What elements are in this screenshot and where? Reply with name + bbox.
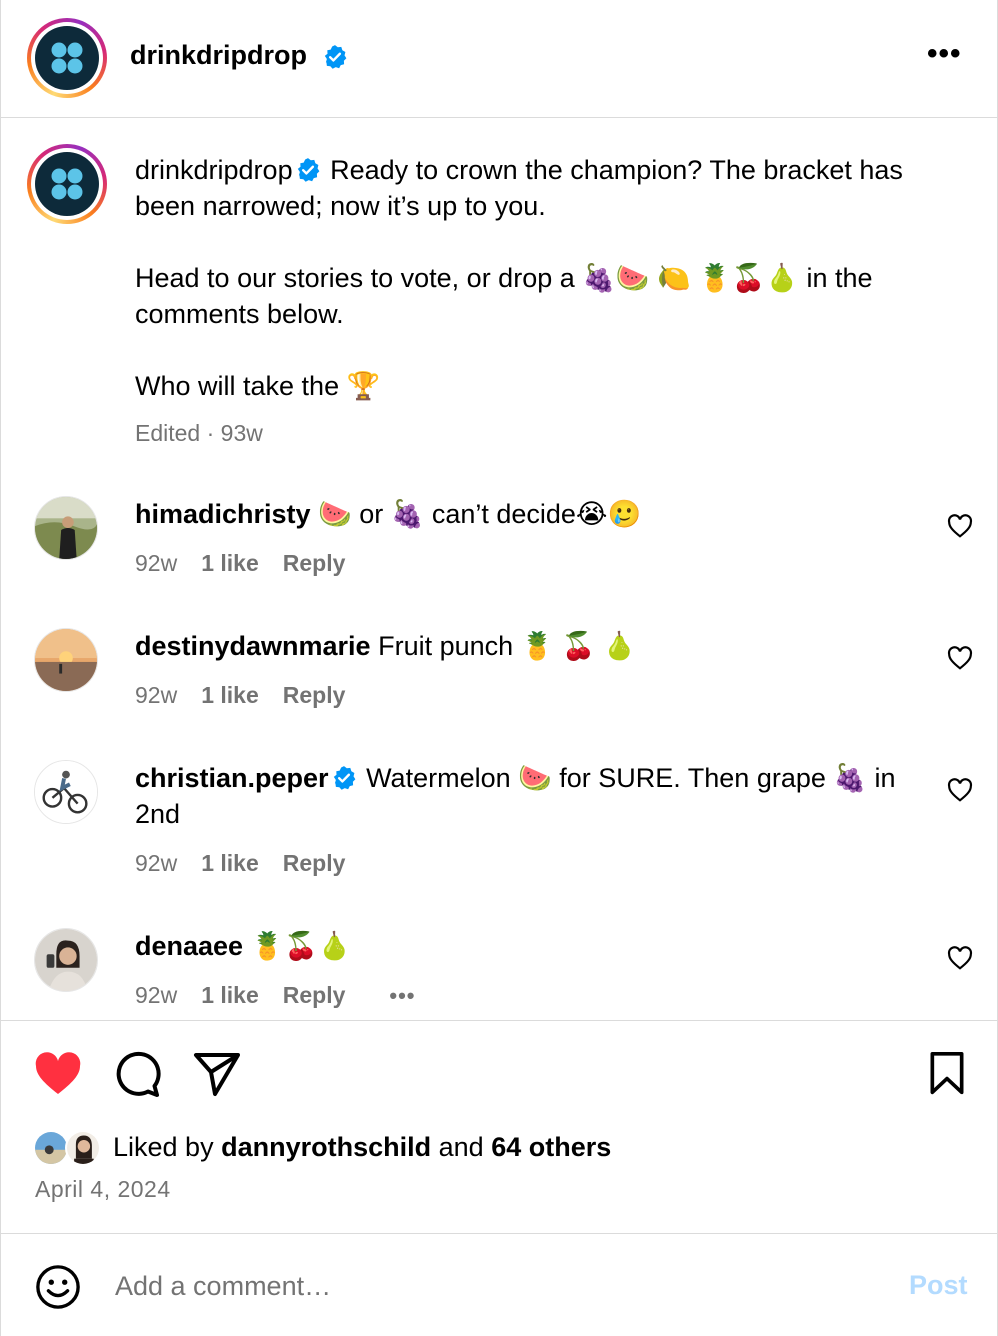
comment-meta: 92w 1 like Reply bbox=[135, 850, 345, 877]
commenter-avatar[interactable] bbox=[34, 628, 98, 692]
comment-age: 92w bbox=[135, 850, 178, 876]
paper-plane-icon[interactable] bbox=[193, 1050, 241, 1098]
comment-age: 92w bbox=[135, 550, 178, 576]
comment-text: christian.peper Watermelon 🍉 for SURE. T… bbox=[135, 760, 905, 832]
reply-button[interactable]: Reply bbox=[283, 682, 346, 709]
post-panel: drinkdripdrop ••• drinkdripdrop Ready to… bbox=[0, 0, 998, 1336]
comment-input[interactable] bbox=[115, 1266, 875, 1306]
caption-username[interactable]: drinkdripdrop bbox=[135, 155, 293, 185]
more-options-icon[interactable]: ••• bbox=[927, 39, 962, 69]
comment-likes[interactable]: 1 like bbox=[201, 550, 259, 577]
comment-likes[interactable]: 1 like bbox=[201, 982, 259, 1009]
commenter-avatar[interactable] bbox=[34, 496, 98, 560]
liked-by-others[interactable]: 64 others bbox=[491, 1132, 611, 1162]
composer-divider bbox=[1, 1233, 998, 1234]
commenter-username[interactable]: destinydawnmarie bbox=[135, 631, 371, 661]
caption-line-3: Who will take the 🏆 bbox=[135, 371, 381, 401]
comment-likes[interactable]: 1 like bbox=[201, 682, 259, 709]
reply-button[interactable]: Reply bbox=[283, 550, 346, 577]
drip-logo-icon bbox=[35, 152, 99, 216]
comment-content: 🍉 or 🍇 can’t decide😭🥲 bbox=[318, 499, 642, 529]
actions-divider bbox=[1, 1020, 998, 1021]
comment-content: 🍍🍒🍐 bbox=[250, 931, 352, 961]
post-header: drinkdripdrop ••• bbox=[1, 0, 998, 118]
caption-meta: Edited · 93w bbox=[135, 420, 263, 446]
drip-logo-icon bbox=[35, 26, 99, 90]
commenter-username[interactable]: himadichristy bbox=[135, 499, 311, 529]
commenter-avatar[interactable] bbox=[34, 928, 98, 992]
comment-text: denaaee 🍍🍒🍐 bbox=[135, 928, 905, 964]
post-date[interactable]: April 4, 2024 bbox=[35, 1176, 171, 1203]
caption-author-avatar[interactable] bbox=[27, 144, 107, 224]
comment-text: destinydawnmarie Fruit punch 🍍 🍒 🍐 bbox=[135, 628, 905, 664]
verified-badge-icon bbox=[324, 45, 347, 69]
caption-line-2: Head to our stories to vote, or drop a 🍇… bbox=[135, 263, 873, 329]
comment-icon[interactable] bbox=[114, 1050, 162, 1098]
liked-by-prefix: Liked by bbox=[113, 1132, 214, 1162]
comment-meta: 92w 1 like Reply ••• bbox=[135, 982, 416, 1009]
commenter-username[interactable]: christian.peper bbox=[135, 763, 329, 793]
author-username[interactable]: drinkdripdrop bbox=[130, 40, 307, 71]
comment-likes[interactable]: 1 like bbox=[201, 850, 259, 877]
liked-by-user[interactable]: dannyrothschild bbox=[221, 1132, 431, 1162]
smiley-icon[interactable] bbox=[35, 1264, 81, 1310]
caption-age: 93w bbox=[220, 420, 263, 446]
edited-label: Edited bbox=[135, 420, 201, 446]
liked-by-text: Liked by dannyrothschild and 64 others bbox=[113, 1132, 611, 1163]
verified-badge-icon bbox=[297, 158, 319, 182]
caption: drinkdripdrop Ready to crown the champio… bbox=[135, 152, 935, 404]
verified-badge-icon bbox=[333, 766, 355, 790]
reply-button[interactable]: Reply bbox=[283, 850, 346, 877]
heart-filled-icon[interactable] bbox=[33, 1052, 83, 1096]
comment-like-heart-icon[interactable] bbox=[947, 946, 973, 970]
liker-avatar[interactable] bbox=[33, 1130, 69, 1166]
post-button[interactable]: Post bbox=[909, 1270, 968, 1301]
comment-age: 92w bbox=[135, 982, 178, 1008]
author-avatar[interactable] bbox=[27, 18, 107, 98]
comment-more-options-icon[interactable]: ••• bbox=[389, 983, 415, 1009]
reply-button[interactable]: Reply bbox=[283, 982, 346, 1009]
bookmark-icon[interactable] bbox=[927, 1052, 967, 1096]
liker-avatar[interactable] bbox=[65, 1130, 101, 1166]
comment-like-heart-icon[interactable] bbox=[947, 514, 973, 538]
comment-like-heart-icon[interactable] bbox=[947, 646, 973, 670]
comment-text: himadichristy 🍉 or 🍇 can’t decide😭🥲 bbox=[135, 496, 905, 532]
comment-content: Fruit punch 🍍 🍒 🍐 bbox=[378, 631, 637, 661]
comment-age: 92w bbox=[135, 682, 178, 708]
liked-by-and: and bbox=[438, 1132, 484, 1162]
comment-meta: 92w 1 like Reply bbox=[135, 682, 345, 709]
commenter-username[interactable]: denaaee bbox=[135, 931, 243, 961]
comment-like-heart-icon[interactable] bbox=[947, 778, 973, 802]
commenter-avatar[interactable] bbox=[34, 760, 98, 824]
comment-meta: 92w 1 like Reply bbox=[135, 550, 345, 577]
